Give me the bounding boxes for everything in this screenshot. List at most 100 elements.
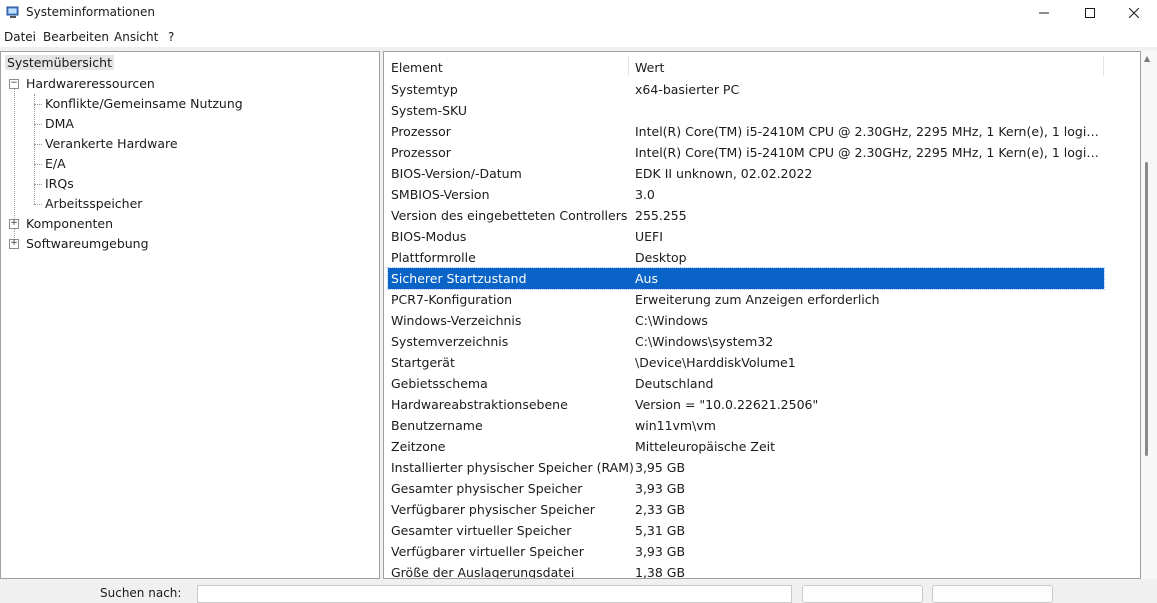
expand-icon[interactable]: +: [9, 219, 19, 229]
table-row[interactable]: Prozessor Intel(R) Core(TM) i5-2410M CPU …: [388, 121, 1104, 142]
minimize-icon: [1039, 12, 1049, 14]
cell-value: C:\Windows: [635, 313, 708, 328]
cell-element: Installierter physischer Speicher (RAM): [391, 460, 634, 475]
search-label: Suchen nach:: [100, 586, 182, 600]
tree-item-memory[interactable]: Arbeitsspeicher: [45, 196, 142, 211]
maximize-button[interactable]: [1067, 0, 1113, 26]
cell-element: BIOS-Modus: [391, 229, 467, 244]
column-separator[interactable]: [1103, 56, 1104, 76]
cell-value: C:\Windows\system32: [635, 334, 774, 349]
tree-connector: [34, 94, 35, 204]
cell-element: Version des eingebetteten Controllers: [391, 208, 628, 223]
column-header-element[interactable]: Element: [391, 56, 443, 78]
table-row[interactable]: Prozessor Intel(R) Core(TM) i5-2410M CPU …: [388, 142, 1104, 163]
cell-element: Benutzername: [391, 418, 483, 433]
cell-element: Gesamter physischer Speicher: [391, 481, 583, 496]
cell-value: Intel(R) Core(TM) i5-2410M CPU @ 2.30GHz…: [635, 124, 1101, 139]
cell-element: PCR7-Konfiguration: [391, 292, 513, 307]
table-row[interactable]: Verfügbarer virtueller Speicher 3,93 GB: [388, 541, 1104, 562]
collapse-icon[interactable]: −: [9, 79, 19, 89]
tree-connector: [34, 164, 42, 165]
cell-element: Plattformrolle: [391, 250, 476, 265]
cell-element: Gebietsschema: [391, 376, 488, 391]
cell-value: UEFI: [635, 229, 663, 244]
cell-element: Sicherer Startzustand: [391, 271, 527, 286]
cell-element: Verfügbarer physischer Speicher: [391, 502, 595, 517]
cell-element: Prozessor: [391, 124, 451, 139]
scrollbar-thumb[interactable]: [1145, 162, 1148, 456]
tree-connector: [34, 104, 42, 105]
scroll-up-icon[interactable]: ▲: [1144, 54, 1150, 63]
table-row[interactable]: SMBIOS-Version 3.0: [388, 184, 1104, 205]
table-row[interactable]: Version des eingebetteten Controllers 255…: [388, 205, 1104, 226]
table-row[interactable]: BIOS-Version/-Datum EDK II unknown, 02.02…: [388, 163, 1104, 184]
details-list[interactable]: Element Wert Systemtyp x64-basierter PC Sy…: [383, 51, 1141, 579]
menu-file[interactable]: Datei: [4, 30, 36, 44]
table-row[interactable]: Hardwareabstraktionsebene Version = "10.0…: [388, 394, 1104, 415]
table-row[interactable]: Zeitzone Mitteleuropäische Zeit: [388, 436, 1104, 457]
cell-value: Aus: [635, 271, 658, 286]
tree-item-forced-hardware[interactable]: Verankerte Hardware: [45, 136, 178, 151]
table-row[interactable]: Gesamter physischer Speicher 3,93 GB: [388, 478, 1104, 499]
cell-value: x64-basierter PC: [635, 82, 740, 97]
table-row[interactable]: Startgerät \Device\HarddiskVolume1: [388, 352, 1104, 373]
expand-icon[interactable]: +: [9, 239, 19, 249]
close-button[interactable]: [1111, 0, 1157, 26]
table-row[interactable]: Größe der Auslagerungsdatei 1,38 GB: [388, 562, 1104, 579]
tree-item-software-environment[interactable]: Softwareumgebung: [26, 236, 149, 251]
cell-element: Prozessor: [391, 145, 451, 160]
close-find-button[interactable]: [932, 585, 1053, 603]
category-tree[interactable]: Systemübersicht − Hardwareressourcen Kon…: [0, 51, 380, 579]
tree-item-irqs[interactable]: IRQs: [45, 176, 74, 191]
cell-element: Zeitzone: [391, 439, 446, 454]
table-row[interactable]: PCR7-Konfiguration Erweiterung zum Anzeig…: [388, 289, 1104, 310]
table-row[interactable]: Sicherer Startzustand Aus: [387, 267, 1105, 290]
cell-value: 1,38 GB: [635, 565, 686, 579]
cell-value: Desktop: [635, 250, 687, 265]
table-row[interactable]: System-SKU: [388, 100, 1104, 121]
menu-edit[interactable]: Bearbeiten: [43, 30, 109, 44]
tree-item-conflicts[interactable]: Konflikte/Gemeinsame Nutzung: [45, 96, 243, 111]
table-row[interactable]: Systemverzeichnis C:\Windows\system32: [388, 331, 1104, 352]
table-row[interactable]: Plattformrolle Desktop: [388, 247, 1104, 268]
column-header-value[interactable]: Wert: [635, 56, 664, 78]
cell-value: 2,33 GB: [635, 502, 686, 517]
table-row[interactable]: Benutzername win11vm\vm: [388, 415, 1104, 436]
tree-item-system-summary[interactable]: Systemübersicht: [5, 55, 114, 70]
tree-item-components[interactable]: Komponenten: [26, 216, 113, 231]
table-row[interactable]: Gesamter virtueller Speicher 5,31 GB: [388, 520, 1104, 541]
menu-help[interactable]: ?: [168, 30, 174, 44]
cell-element: System-SKU: [391, 103, 468, 118]
cell-element: Systemtyp: [391, 82, 458, 97]
find-button[interactable]: [802, 585, 923, 603]
minimize-button[interactable]: [1021, 0, 1067, 26]
cell-value: 3.0: [635, 187, 655, 202]
search-input[interactable]: [197, 585, 792, 603]
tree-connector: [34, 144, 42, 145]
title-bar: Systeminformationen: [0, 0, 1157, 26]
cell-value: Erweiterung zum Anzeigen erforderlich: [635, 292, 880, 307]
table-row[interactable]: Systemtyp x64-basierter PC: [388, 79, 1104, 100]
cell-element: SMBIOS-Version: [391, 187, 490, 202]
table-row[interactable]: BIOS-Modus UEFI: [388, 226, 1104, 247]
cell-value: 3,95 GB: [635, 460, 686, 475]
table-row[interactable]: Gebietsschema Deutschland: [388, 373, 1104, 394]
menu-bar: Datei Bearbeiten Ansicht ?: [0, 26, 1157, 47]
table-row[interactable]: Verfügbarer physischer Speicher 2,33 GB: [388, 499, 1104, 520]
tree-item-io[interactable]: E/A: [45, 156, 66, 171]
cell-value: Mitteleuropäische Zeit: [635, 439, 776, 454]
cell-element: Verfügbarer virtueller Speicher: [391, 544, 584, 559]
cell-element: Größe der Auslagerungsdatei: [391, 565, 575, 579]
tree-item-dma[interactable]: DMA: [45, 116, 74, 131]
menu-view[interactable]: Ansicht: [114, 30, 158, 44]
cell-value: 3,93 GB: [635, 544, 686, 559]
cell-value: 5,31 GB: [635, 523, 686, 538]
tree-item-hardware-resources[interactable]: Hardwareressourcen: [26, 76, 155, 91]
cell-element: BIOS-Version/-Datum: [391, 166, 522, 181]
table-row[interactable]: Installierter physischer Speicher (RAM) 3…: [388, 457, 1104, 478]
vertical-scrollbar[interactable]: [1141, 51, 1157, 579]
close-icon: [1129, 8, 1139, 18]
table-row[interactable]: Windows-Verzeichnis C:\Windows: [388, 310, 1104, 331]
column-separator[interactable]: [628, 56, 629, 76]
tree-connector: [34, 184, 42, 185]
